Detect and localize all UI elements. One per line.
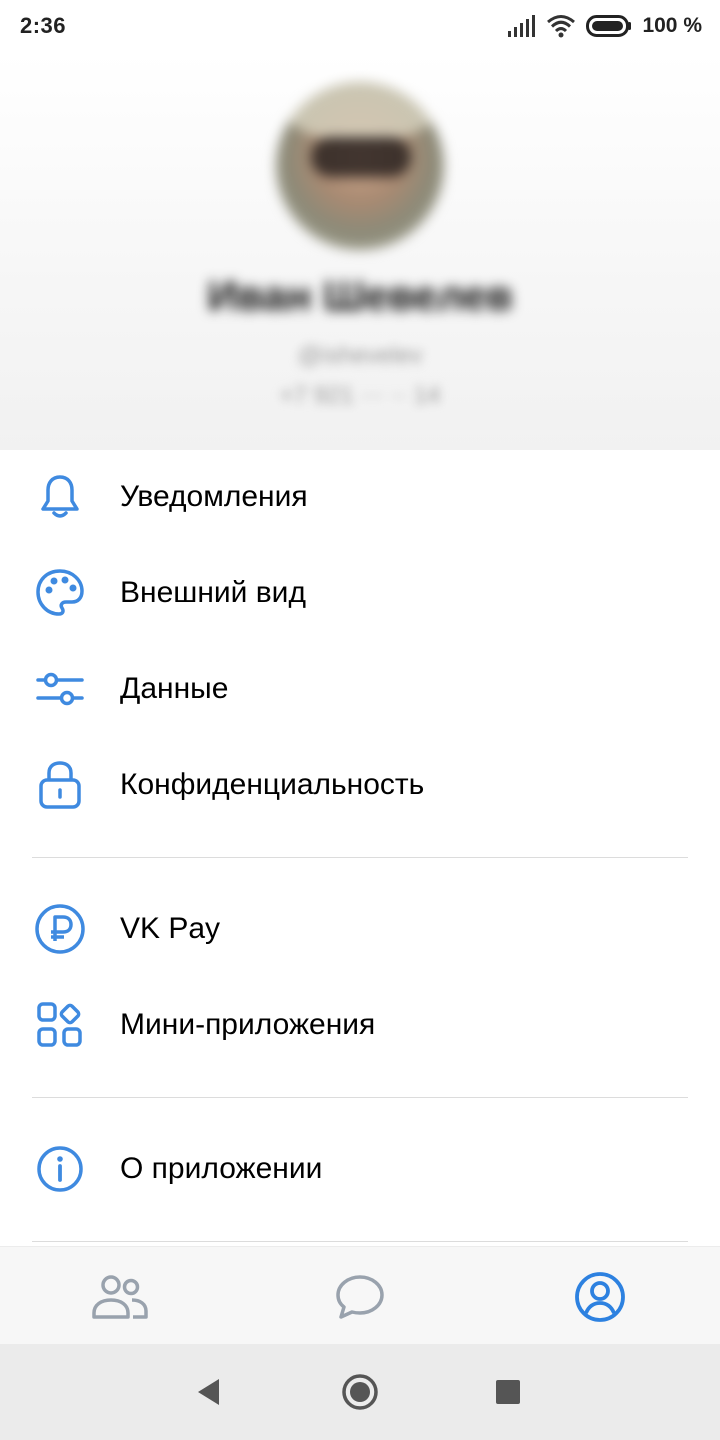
menu-item-data[interactable]: Данные — [0, 644, 720, 734]
menu-item-vk-pay[interactable]: VK Pay — [0, 884, 720, 974]
tab-messages[interactable] — [330, 1269, 390, 1325]
grid-icon — [32, 997, 88, 1053]
message-bubble-icon — [336, 1275, 384, 1319]
menu-label-mini-apps: Мини-приложения — [120, 1008, 376, 1041]
battery-icon — [586, 15, 632, 37]
nav-home-button[interactable] — [340, 1372, 380, 1412]
status-indicators: 100 % — [506, 14, 702, 38]
profile-name: Иван Шевелев — [207, 272, 513, 319]
tab-bar — [0, 1246, 720, 1344]
tab-profile[interactable] — [570, 1269, 630, 1325]
back-triangle-icon — [198, 1379, 219, 1405]
avatar[interactable] — [276, 82, 444, 250]
status-bar: 2:36 100 % — [0, 0, 720, 52]
signal-icon — [508, 15, 536, 37]
wifi-icon — [547, 15, 576, 38]
profile-header: Иван Шевелев @ishevelev +7 921 ··· ·· 14 — [0, 52, 720, 450]
menu-item-appearance[interactable]: Внешний вид — [0, 548, 720, 638]
profile-phone: +7 921 ··· ·· 14 — [279, 382, 441, 409]
divider — [32, 857, 688, 858]
nav-back-button[interactable] — [188, 1372, 228, 1412]
profile-nickname: @ishevelev — [297, 342, 423, 369]
bell-icon — [32, 469, 88, 525]
recents-square-icon — [496, 1380, 520, 1404]
info-icon — [32, 1141, 88, 1197]
menu-label-data: Данные — [120, 672, 229, 705]
system-nav-bar — [0, 1344, 720, 1440]
status-time: 2:36 — [20, 13, 67, 38]
menu-item-about[interactable]: О приложении — [0, 1124, 720, 1214]
battery-percentage: 100 % — [642, 14, 702, 37]
home-circle-icon — [342, 1374, 378, 1410]
menu-label-vk-pay: VK Pay — [120, 912, 221, 945]
tab-friends[interactable] — [90, 1269, 150, 1325]
menu-item-mini-apps[interactable]: Мини-приложения — [0, 980, 720, 1070]
nav-recents-button[interactable] — [488, 1372, 528, 1412]
menu-item-privacy[interactable]: Конфиденциальность — [0, 740, 720, 830]
ruble-coin-icon — [32, 901, 88, 957]
lock-icon — [32, 757, 88, 813]
divider — [32, 1241, 688, 1242]
menu-label-privacy: Конфиденциальность — [120, 768, 425, 801]
menu-label-appearance: Внешний вид — [120, 576, 306, 609]
menu-label-about: О приложении — [120, 1152, 323, 1185]
menu-label-notifications: Уведомления — [120, 480, 308, 513]
divider — [32, 1097, 688, 1098]
profile-icon — [575, 1272, 625, 1322]
palette-icon — [32, 565, 88, 621]
sliders-icon — [32, 661, 88, 717]
menu-item-notifications[interactable]: Уведомления — [0, 452, 720, 542]
friends-icon — [92, 1275, 148, 1319]
